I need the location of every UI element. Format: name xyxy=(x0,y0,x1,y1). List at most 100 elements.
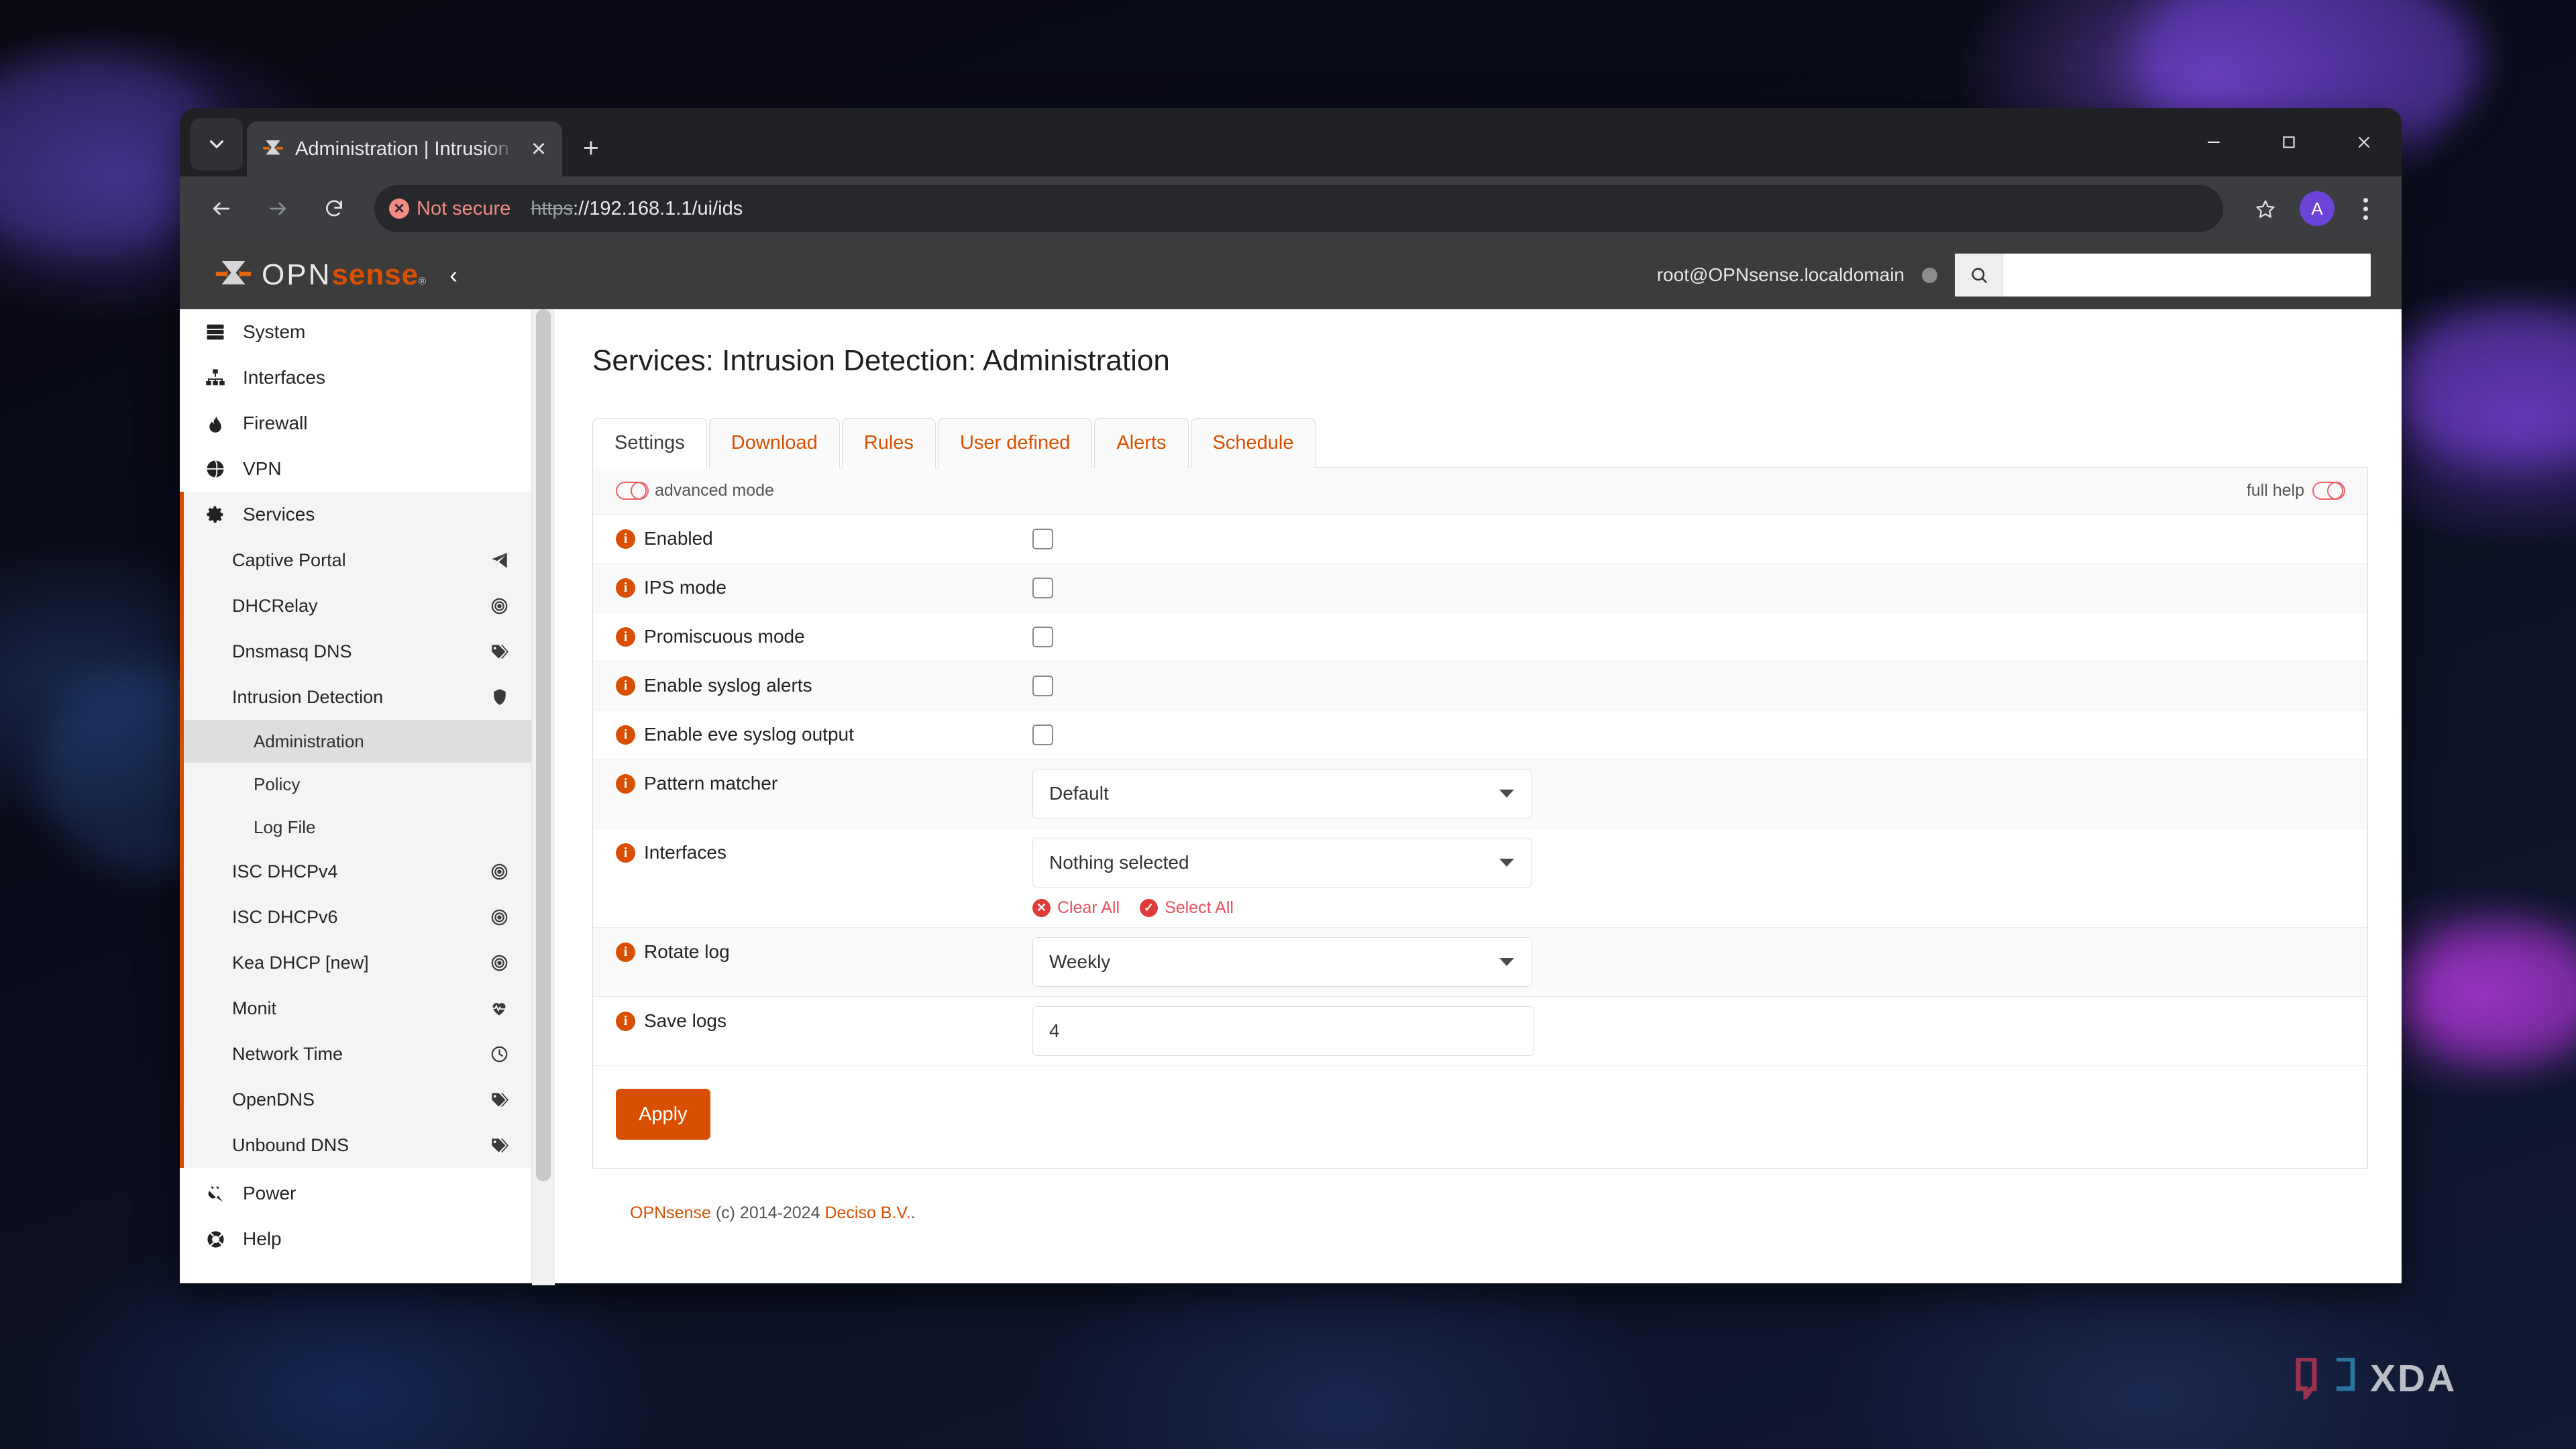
search-input[interactable] xyxy=(2003,254,2371,297)
url-scheme: https xyxy=(531,198,573,219)
search-icon[interactable] xyxy=(1955,254,2003,297)
url-path: ://192.168.1.1/ui/ids xyxy=(573,198,743,219)
tab-user-defined[interactable]: User defined xyxy=(938,418,1092,468)
maximize-button[interactable] xyxy=(2251,108,2326,176)
info-icon[interactable]: i xyxy=(616,676,635,696)
sidebar-item-interfaces[interactable]: Interfaces xyxy=(180,355,531,400)
sidebar-item-dnsmasq-dns[interactable]: Dnsmasq DNS xyxy=(180,629,531,674)
sidebar-item-label: ISC DHCPv6 xyxy=(232,907,338,928)
minimize-button[interactable] xyxy=(2176,108,2251,176)
field-control xyxy=(1032,710,2367,759)
clear-all-link[interactable]: ✕ Clear All xyxy=(1032,898,1120,918)
sidebar-item-policy[interactable]: Policy xyxy=(180,763,531,806)
interfaces-multiselect[interactable]: Nothing selected xyxy=(1032,838,1532,888)
ips-mode-checkbox[interactable] xyxy=(1032,578,1053,598)
full-help-toggle[interactable]: full help xyxy=(2247,481,2343,500)
forward-button[interactable] xyxy=(252,183,303,234)
info-icon[interactable]: i xyxy=(616,627,635,647)
sidebar-item-power[interactable]: Power xyxy=(180,1171,531,1216)
sidebar-item-vpn[interactable]: VPN xyxy=(180,446,531,492)
sidebar-item-unbound-dns[interactable]: Unbound DNS xyxy=(180,1122,531,1168)
selected-value: Weekly xyxy=(1049,951,1110,973)
tab-search-chevron-icon[interactable] xyxy=(191,118,243,170)
sidebar-item-opendns[interactable]: OpenDNS xyxy=(180,1077,531,1122)
bookmark-star-icon[interactable] xyxy=(2242,185,2289,232)
sidebar-item-monit[interactable]: Monit xyxy=(180,985,531,1031)
new-tab-icon[interactable]: + xyxy=(570,127,612,168)
field-label: i Save logs xyxy=(593,997,1032,1045)
info-icon[interactable]: i xyxy=(616,843,635,863)
footer-deciso-link[interactable]: Deciso B.V. xyxy=(824,1203,910,1222)
chevron-down-icon xyxy=(1499,790,1514,798)
sidebar-collapse-icon[interactable]: ‹ xyxy=(449,264,458,287)
footer-opnsense-link[interactable]: OPNsense xyxy=(630,1203,711,1222)
profile-avatar[interactable]: A xyxy=(2300,191,2334,226)
tab-label: Rules xyxy=(864,432,914,454)
global-search[interactable] xyxy=(1955,254,2371,297)
toggle-switch-icon xyxy=(616,482,647,500)
sidebar-item-log-file[interactable]: Log File xyxy=(180,806,531,849)
rotate-log-select[interactable]: Weekly xyxy=(1032,937,1532,987)
info-icon[interactable]: i xyxy=(616,578,635,598)
page-scrollbar-track[interactable] xyxy=(532,309,555,1285)
bullseye-icon xyxy=(490,597,508,615)
settings-panel: advanced mode full help i Enabled xyxy=(592,467,2368,1169)
sidebar-item-firewall[interactable]: Firewall xyxy=(180,400,531,446)
pattern-matcher-select[interactable]: Default xyxy=(1032,769,1532,818)
apply-button[interactable]: Apply xyxy=(616,1089,710,1140)
close-window-button[interactable] xyxy=(2326,108,2402,176)
not-secure-label: Not secure xyxy=(417,198,511,220)
sidebar-item-system[interactable]: System xyxy=(180,309,531,355)
xda-watermark: XDA xyxy=(2294,1356,2457,1401)
opnsense-top-header: OPNsense® ‹ root@OPNsense.localdomain xyxy=(180,241,2402,309)
enable-eve-syslog-output-checkbox[interactable] xyxy=(1032,724,1053,745)
sidebar-item-label: Power xyxy=(243,1183,296,1204)
sidebar-item-intrusion-detection[interactable]: Intrusion Detection xyxy=(180,674,531,720)
sidebar-item-captive-portal[interactable]: Captive Portal xyxy=(180,537,531,583)
bullseye-icon xyxy=(490,954,508,972)
info-icon[interactable]: i xyxy=(616,529,635,549)
page-scrollbar-thumb[interactable] xyxy=(536,309,551,1181)
field-label: i Enabled xyxy=(593,515,1032,563)
browser-tab[interactable]: Administration | Intrusion Dete ✕ xyxy=(247,121,562,176)
sidebar-item-kea-dhcp[interactable]: Kea DHCP [new] xyxy=(180,940,531,985)
status-indicator-dot xyxy=(1922,268,1937,283)
reload-button[interactable] xyxy=(309,183,360,234)
tab-download[interactable]: Download xyxy=(709,418,840,468)
clear-all-icon: ✕ xyxy=(1032,899,1051,917)
back-button[interactable] xyxy=(196,183,247,234)
info-icon[interactable]: i xyxy=(616,774,635,794)
advanced-mode-toggle[interactable]: advanced mode xyxy=(616,481,774,500)
sidebar-item-dhcrelay[interactable]: DHCRelay xyxy=(180,583,531,629)
browser-menu-icon[interactable] xyxy=(2345,185,2385,232)
sidebar-item-label: Unbound DNS xyxy=(232,1135,349,1156)
address-bar[interactable]: ✕ Not secure https://192.168.1.1/ui/ids xyxy=(374,185,2223,232)
tab-settings[interactable]: Settings xyxy=(592,418,707,468)
sidebar-item-network-time[interactable]: Network Time xyxy=(180,1031,531,1077)
sidebar-item-label: Monit xyxy=(232,998,276,1019)
window-controls xyxy=(2176,108,2402,176)
sidebar-item-services[interactable]: Services xyxy=(180,492,531,537)
sidebar-item-help[interactable]: Help xyxy=(180,1216,531,1262)
info-icon[interactable]: i xyxy=(616,725,635,745)
not-secure-badge[interactable]: ✕ Not secure xyxy=(380,190,523,227)
sidebar-item-isc-dhcpv4[interactable]: ISC DHCPv4 xyxy=(180,849,531,894)
sidebar-item-label: Interfaces xyxy=(243,367,325,388)
page-footer: OPNsense (c) 2014-2024 Deciso B.V.. xyxy=(592,1169,2368,1223)
save-logs-input[interactable] xyxy=(1032,1006,1534,1056)
enabled-checkbox[interactable] xyxy=(1032,529,1053,549)
tab-rules[interactable]: Rules xyxy=(842,418,936,468)
field-label-text: Enable syslog alerts xyxy=(644,675,812,696)
sidebar-item-isc-dhcpv6[interactable]: ISC DHCPv6 xyxy=(180,894,531,940)
promiscuous-mode-checkbox[interactable] xyxy=(1032,627,1053,647)
opnsense-logo[interactable]: OPNsense® xyxy=(215,256,427,294)
close-tab-icon[interactable]: ✕ xyxy=(526,136,551,162)
field-label: i Pattern matcher xyxy=(593,759,1032,808)
enable-syslog-alerts-checkbox[interactable] xyxy=(1032,676,1053,696)
tab-alerts[interactable]: Alerts xyxy=(1094,418,1188,468)
sidebar-item-administration[interactable]: Administration xyxy=(180,720,531,763)
tab-schedule[interactable]: Schedule xyxy=(1191,418,1316,468)
info-icon[interactable]: i xyxy=(616,943,635,962)
select-all-link[interactable]: ✓ Select All xyxy=(1140,898,1234,918)
info-icon[interactable]: i xyxy=(616,1012,635,1031)
